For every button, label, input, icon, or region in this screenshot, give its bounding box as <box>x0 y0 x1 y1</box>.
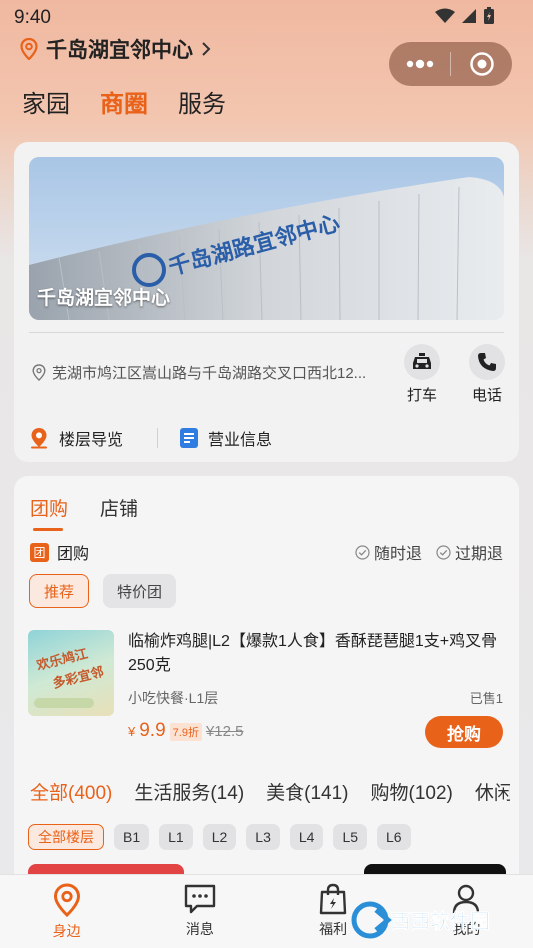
price-currency: ¥ <box>128 724 136 739</box>
group-buy-header: 团 团购 <box>30 540 89 564</box>
location-outline-icon <box>32 364 46 381</box>
wifi-icon <box>435 8 455 23</box>
tag-refund-expired-label: 过期退 <box>454 546 503 563</box>
price-current: 9.9 <box>139 720 166 741</box>
refund-tags: 随时退 过期退 <box>355 540 503 564</box>
product-category: 小吃快餐·L1层 <box>128 690 219 706</box>
price-original: ¥12.5 <box>205 723 244 740</box>
location-name: 千岛湖宜邻中心 <box>46 39 193 62</box>
battery-icon <box>484 7 494 24</box>
location-pin-icon <box>20 38 38 60</box>
tab-all-categories[interactable]: 全部(400) <box>30 778 112 805</box>
floor-l4[interactable]: L4 <box>289 824 324 850</box>
group-buy-filters: 推荐 特价团 <box>29 574 177 608</box>
buy-button[interactable]: 抢购 <box>425 716 503 748</box>
product-title: 临榆炸鸡腿|L2【爆款1人食】香酥琵琶腿1支+鸡叉骨250克 <box>128 633 498 674</box>
tab-group-buy[interactable]: 团购 <box>30 494 68 531</box>
group-buy-badge: 团 <box>30 542 49 562</box>
deals-card: 团购 店铺 团 团购 随时退 过期退 推荐 特价团 欢乐鸠江 多彩宜邻 临榆炸鸡… <box>14 476 519 876</box>
location-pin-icon <box>53 883 80 917</box>
tab-shops[interactable]: 店铺 <box>100 494 138 521</box>
tab-services[interactable]: 服务 <box>178 84 226 119</box>
status-time: 9:40 <box>14 7 51 28</box>
gift-bag-icon <box>319 883 347 915</box>
nav-nearby[interactable]: 身边 <box>0 875 133 948</box>
nav-messages[interactable]: 消息 <box>133 875 266 948</box>
product-sold: 已售1 <box>469 691 503 706</box>
floor-l3[interactable]: L3 <box>246 824 280 850</box>
floor-l1[interactable]: L1 <box>159 824 193 850</box>
miniapp-capsule <box>389 42 512 86</box>
top-tabs: 家园 商圈 服务 <box>22 84 226 119</box>
floor-filters: 全部楼层 B1 L1 L2 L3 L4 L5 L6 <box>28 824 411 850</box>
phone-label: 电话 <box>471 387 502 404</box>
floor-l5[interactable]: L5 <box>333 824 368 850</box>
floor-guide-link[interactable]: 楼层导览 <box>29 426 123 450</box>
target-icon <box>469 52 494 76</box>
location-selector[interactable]: 千岛湖宜邻中心 <box>20 36 211 62</box>
taxi-icon <box>413 353 431 369</box>
floor-all[interactable]: 全部楼层 <box>28 824 104 850</box>
message-icon <box>184 884 216 914</box>
address-text: 芜湖市鸠江区嵩山路与千岛湖路交叉口西北12... <box>52 365 367 382</box>
product-price: ¥ 9.9 7.9折 ¥12.5 <box>128 720 244 742</box>
phone-icon <box>478 353 496 371</box>
thumb-text-2: 多彩宜邻 <box>51 664 105 691</box>
taxi-icon-wrap <box>404 344 440 380</box>
store-address[interactable]: 芜湖市鸠江区嵩山路与千岛湖路交叉口西北12... <box>32 362 366 383</box>
banner-caption: 千岛湖宜邻中心 <box>37 288 171 309</box>
category-tabs: 全部(400) 生活服务(14) 美食(141) 购物(102) 休闲 <box>30 778 510 805</box>
store-banner[interactable]: 千岛湖路宜邻中心 千岛湖宜邻中心 <box>29 157 504 320</box>
price-discount: 7.9折 <box>169 723 202 741</box>
tab-business-district[interactable]: 商圈 <box>100 84 148 119</box>
more-button[interactable] <box>389 42 450 86</box>
product-item[interactable]: 欢乐鸠江 多彩宜邻 临榆炸鸡腿|L2【爆款1人食】香酥琵琶腿1支+鸡叉骨250克… <box>28 628 503 748</box>
tab-life-services[interactable]: 生活服务(14) <box>134 778 244 805</box>
taxi-label: 打车 <box>406 387 437 404</box>
filter-recommended[interactable]: 推荐 <box>29 574 90 608</box>
nav-messages-label: 消息 <box>185 921 214 937</box>
phone-icon-wrap <box>469 344 505 380</box>
thumbnail-art: 欢乐鸠江 多彩宜邻 <box>34 646 105 708</box>
floor-guide-label: 楼层导览 <box>59 432 124 449</box>
tag-refund-expired: 过期退 <box>436 540 503 564</box>
product-thumbnail: 欢乐鸠江 多彩宜邻 <box>28 630 114 716</box>
phone-button[interactable]: 电话 <box>467 344 507 405</box>
floor-l2[interactable]: L2 <box>202 824 237 850</box>
business-info-label: 营业信息 <box>208 432 273 449</box>
tab-home[interactable]: 家园 <box>22 84 70 119</box>
tag-refund-anytime: 随时退 <box>355 540 422 564</box>
check-circle-icon <box>436 544 451 560</box>
nav-benefits-label: 福利 <box>319 921 348 937</box>
watermark-logo: 西西软件园 <box>351 901 490 939</box>
status-bar: 9:40 <box>0 0 533 34</box>
group-buy-title: 团购 <box>57 546 90 563</box>
store-card: 千岛湖路宜邻中心 千岛湖宜邻中心 芜湖市鸠江区嵩山路与千岛湖路交叉口西北12..… <box>14 142 519 462</box>
store-links: 楼层导览 营业信息 <box>29 425 504 451</box>
business-info-icon <box>180 428 199 448</box>
more-dots-icon <box>406 59 433 69</box>
tag-refund-anytime-label: 随时退 <box>373 546 422 563</box>
section-tabs: 团购 店铺 <box>30 494 138 531</box>
taxi-button[interactable]: 打车 <box>402 344 442 405</box>
tab-shopping[interactable]: 购物(102) <box>371 778 453 805</box>
tab-food[interactable]: 美食(141) <box>266 778 348 805</box>
check-circle-icon <box>355 544 370 560</box>
business-info-link[interactable]: 营业信息 <box>180 426 272 450</box>
links-divider <box>157 428 159 448</box>
floor-guide-icon <box>31 428 47 449</box>
floor-b1[interactable]: B1 <box>114 824 150 850</box>
close-miniapp-button[interactable] <box>451 42 512 86</box>
chevron-right-icon <box>202 42 211 56</box>
signal-icon <box>462 9 476 23</box>
status-icons <box>435 7 495 25</box>
floor-l6[interactable]: L6 <box>377 824 411 850</box>
tab-leisure[interactable]: 休闲 <box>475 778 510 805</box>
divider <box>29 332 504 333</box>
filter-special-deals[interactable]: 特价团 <box>103 574 177 608</box>
nav-nearby-label: 身边 <box>52 923 81 939</box>
watermark-text: 西西软件园 <box>390 909 490 933</box>
